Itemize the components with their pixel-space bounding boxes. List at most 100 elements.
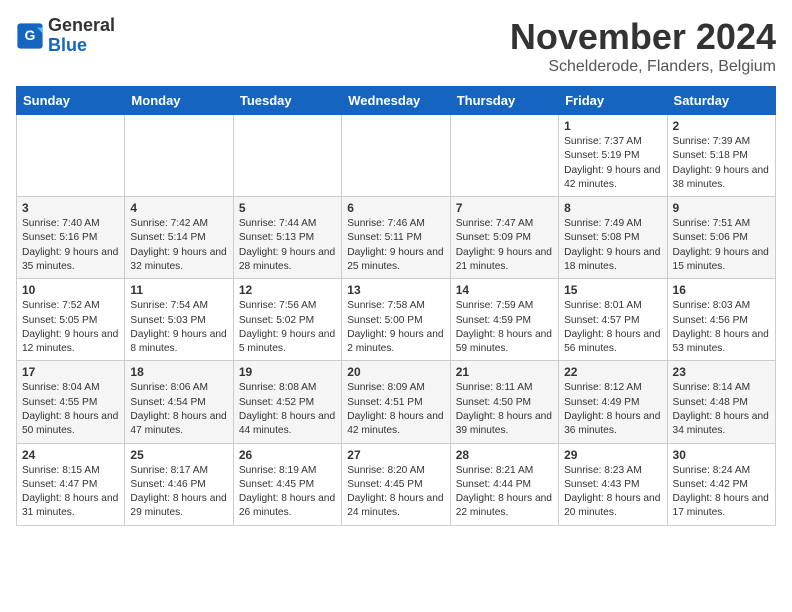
day-cell: 18 Sunrise: 8:06 AMSunset: 4:54 PMDayligh…: [125, 361, 233, 443]
week-row-3: 10Sunrise: 7:52 AMSunset: 5:05 PMDayligh…: [17, 279, 776, 361]
day-number: 27: [347, 448, 444, 462]
day-cell: 20 Sunrise: 8:09 AMSunset: 4:51 PMDayligh…: [342, 361, 450, 443]
weekday-header-wednesday: Wednesday: [342, 87, 450, 115]
day-cell: 11 Sunrise: 7:54 AMSunset: 5:03 PMDayligh…: [125, 279, 233, 361]
calendar: SundayMondayTuesdayWednesdayThursdayFrid…: [16, 86, 776, 526]
weekday-header-sunday: Sunday: [17, 87, 125, 115]
day-cell: 12 Sunrise: 7:56 AMSunset: 5:02 PMDayligh…: [233, 279, 341, 361]
title-area: November 2024 Schelderode, Flanders, Bel…: [510, 16, 776, 76]
weekday-header-saturday: Saturday: [667, 87, 775, 115]
day-info: Sunrise: 8:01 AMSunset: 4:57 PMDaylight:…: [564, 299, 661, 356]
day-info: Sunrise: 8:19 AMSunset: 4:45 PMDaylight:…: [239, 464, 336, 521]
day-info: Sunrise: 8:09 AMSunset: 4:51 PMDaylight:…: [347, 381, 444, 438]
day-number: 28: [456, 448, 553, 462]
day-info: Sunrise: 7:58 AMSunset: 5:00 PMDaylight:…: [347, 299, 444, 356]
day-number: 9: [673, 201, 770, 215]
day-info: Sunrise: 8:20 AMSunset: 4:45 PMDaylight:…: [347, 464, 444, 521]
day-info: Sunrise: 7:40 AMSunset: 5:16 PMDaylight:…: [22, 217, 119, 274]
weekday-header-row: SundayMondayTuesdayWednesdayThursdayFrid…: [17, 87, 776, 115]
day-cell: 22 Sunrise: 8:12 AMSunset: 4:49 PMDayligh…: [559, 361, 667, 443]
day-cell: 9Sunrise: 7:51 AMSunset: 5:06 PMDaylight…: [667, 197, 775, 279]
day-cell: 5 Sunrise: 7:44 AMSunset: 5:13 PMDaylight…: [233, 197, 341, 279]
day-info: Sunrise: 7:37 AMSunset: 5:19 PMDaylight:…: [564, 135, 661, 192]
day-number: 1: [564, 119, 661, 133]
week-row-2: 3 Sunrise: 7:40 AMSunset: 5:16 PMDaylight…: [17, 197, 776, 279]
weekday-header-friday: Friday: [559, 87, 667, 115]
day-info: Sunrise: 8:14 AMSunset: 4:48 PMDaylight:…: [673, 381, 770, 438]
day-info: Sunrise: 7:46 AMSunset: 5:11 PMDaylight:…: [347, 217, 444, 274]
day-number: 17: [22, 365, 119, 379]
day-info: Sunrise: 7:42 AMSunset: 5:14 PMDaylight:…: [130, 217, 227, 274]
day-info: Sunrise: 8:12 AMSunset: 4:49 PMDaylight:…: [564, 381, 661, 438]
day-info: Sunrise: 7:59 AMSunset: 4:59 PMDaylight:…: [456, 299, 553, 356]
day-cell: 17Sunrise: 8:04 AMSunset: 4:55 PMDayligh…: [17, 361, 125, 443]
day-cell: 13 Sunrise: 7:58 AMSunset: 5:00 PMDayligh…: [342, 279, 450, 361]
day-number: 30: [673, 448, 770, 462]
day-cell: [342, 115, 450, 197]
day-cell: 28 Sunrise: 8:21 AMSunset: 4:44 PMDayligh…: [450, 443, 558, 525]
day-cell: 19 Sunrise: 8:08 AMSunset: 4:52 PMDayligh…: [233, 361, 341, 443]
day-number: 2: [673, 119, 770, 133]
day-number: 13: [347, 283, 444, 297]
day-number: 7: [456, 201, 553, 215]
day-info: Sunrise: 7:54 AMSunset: 5:03 PMDaylight:…: [130, 299, 227, 356]
day-number: 12: [239, 283, 336, 297]
day-info: Sunrise: 8:21 AMSunset: 4:44 PMDaylight:…: [456, 464, 553, 521]
day-info: Sunrise: 7:47 AMSunset: 5:09 PMDaylight:…: [456, 217, 553, 274]
week-row-5: 24Sunrise: 8:15 AMSunset: 4:47 PMDayligh…: [17, 443, 776, 525]
day-number: 5: [239, 201, 336, 215]
day-cell: [450, 115, 558, 197]
day-cell: 21 Sunrise: 8:11 AMSunset: 4:50 PMDayligh…: [450, 361, 558, 443]
week-row-1: 1 Sunrise: 7:37 AMSunset: 5:19 PMDaylight…: [17, 115, 776, 197]
day-cell: [233, 115, 341, 197]
day-cell: 2 Sunrise: 7:39 AMSunset: 5:18 PMDaylight…: [667, 115, 775, 197]
day-number: 22: [564, 365, 661, 379]
day-number: 11: [130, 283, 227, 297]
day-number: 15: [564, 283, 661, 297]
day-number: 20: [347, 365, 444, 379]
day-cell: [17, 115, 125, 197]
day-number: 21: [456, 365, 553, 379]
day-cell: 8 Sunrise: 7:49 AMSunset: 5:08 PMDaylight…: [559, 197, 667, 279]
day-number: 4: [130, 201, 227, 215]
day-cell: [125, 115, 233, 197]
logo: G General Blue: [16, 16, 115, 56]
day-number: 19: [239, 365, 336, 379]
day-cell: 6 Sunrise: 7:46 AMSunset: 5:11 PMDaylight…: [342, 197, 450, 279]
day-number: 29: [564, 448, 661, 462]
logo-text: General Blue: [48, 16, 115, 56]
weekday-header-thursday: Thursday: [450, 87, 558, 115]
day-cell: 29 Sunrise: 8:23 AMSunset: 4:43 PMDayligh…: [559, 443, 667, 525]
day-number: 8: [564, 201, 661, 215]
day-cell: 16 Sunrise: 8:03 AMSunset: 4:56 PMDayligh…: [667, 279, 775, 361]
day-number: 3: [22, 201, 119, 215]
day-info: Sunrise: 8:23 AMSunset: 4:43 PMDaylight:…: [564, 464, 661, 521]
day-number: 18: [130, 365, 227, 379]
day-info: Sunrise: 7:44 AMSunset: 5:13 PMDaylight:…: [239, 217, 336, 274]
day-cell: 1 Sunrise: 7:37 AMSunset: 5:19 PMDaylight…: [559, 115, 667, 197]
weekday-header-tuesday: Tuesday: [233, 87, 341, 115]
day-info: Sunrise: 7:49 AMSunset: 5:08 PMDaylight:…: [564, 217, 661, 274]
day-number: 16: [673, 283, 770, 297]
day-info: Sunrise: 8:08 AMSunset: 4:52 PMDaylight:…: [239, 381, 336, 438]
day-cell: 27 Sunrise: 8:20 AMSunset: 4:45 PMDayligh…: [342, 443, 450, 525]
day-info: Sunrise: 8:24 AMSunset: 4:42 PMDaylight:…: [673, 464, 770, 521]
day-number: 6: [347, 201, 444, 215]
svg-text:G: G: [25, 27, 36, 43]
day-number: 10: [22, 283, 119, 297]
day-cell: 14Sunrise: 7:59 AMSunset: 4:59 PMDayligh…: [450, 279, 558, 361]
day-info: Sunrise: 7:56 AMSunset: 5:02 PMDaylight:…: [239, 299, 336, 356]
day-number: 23: [673, 365, 770, 379]
day-number: 24: [22, 448, 119, 462]
day-number: 25: [130, 448, 227, 462]
location-title: Schelderode, Flanders, Belgium: [510, 58, 776, 76]
day-info: Sunrise: 8:06 AMSunset: 4:54 PMDaylight:…: [130, 381, 227, 438]
day-info: Sunrise: 8:03 AMSunset: 4:56 PMDaylight:…: [673, 299, 770, 356]
month-title: November 2024: [510, 16, 776, 58]
day-info: Sunrise: 8:11 AMSunset: 4:50 PMDaylight:…: [456, 381, 553, 438]
day-cell: 30 Sunrise: 8:24 AMSunset: 4:42 PMDayligh…: [667, 443, 775, 525]
day-cell: 23 Sunrise: 8:14 AMSunset: 4:48 PMDayligh…: [667, 361, 775, 443]
day-number: 26: [239, 448, 336, 462]
day-info: Sunrise: 7:39 AMSunset: 5:18 PMDaylight:…: [673, 135, 770, 192]
logo-icon: G: [16, 22, 44, 50]
